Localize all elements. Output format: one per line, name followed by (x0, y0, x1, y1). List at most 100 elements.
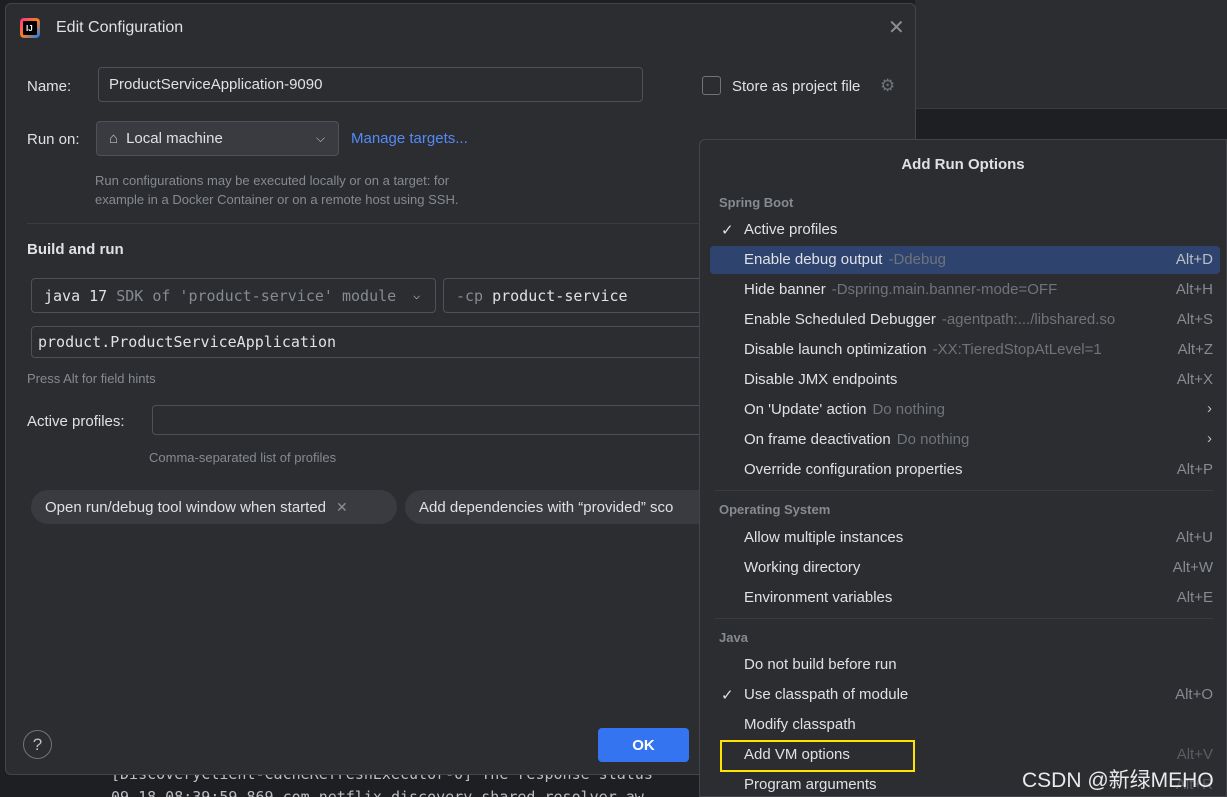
chevron-right-icon: › (1207, 430, 1212, 447)
chip-label: Open run/debug tool window when started (45, 498, 327, 516)
option-sub: -Ddebug (888, 251, 947, 268)
background-tab-strip (915, 108, 1227, 138)
option-environment-variables[interactable]: Environment variables Alt+E (710, 584, 1220, 612)
option-label: Disable launch optimization (744, 341, 927, 358)
group-operating-system: Operating System (719, 502, 831, 517)
active-profiles-label: Active profiles: (27, 413, 125, 430)
option-label: On 'Update' action (744, 401, 867, 418)
sdk-dropdown[interactable]: java 17 SDK of 'product-service' module … (31, 278, 436, 313)
option-label: Hide banner (744, 281, 826, 298)
name-input-value: ProductServiceApplication-9090 (109, 76, 323, 93)
option-label: Allow multiple instances (744, 529, 904, 546)
run-on-hint-line: example in a Docker Container or on a re… (95, 192, 459, 207)
help-icon[interactable]: ? (23, 730, 52, 759)
cp-prefix: -cp (456, 286, 484, 305)
build-and-run-title: Build and run (27, 241, 124, 258)
ok-button[interactable]: OK (598, 728, 689, 762)
sdk-suffix: SDK of 'product-service' module (116, 286, 397, 305)
option-shortcut: Alt+V (1176, 746, 1213, 763)
check-icon: ✓ (721, 222, 734, 239)
option-on-frame-deactivation[interactable]: On frame deactivation Do nothing › (710, 426, 1220, 454)
option-enable-debug-output[interactable]: Enable debug output -Ddebug Alt+D (710, 246, 1220, 274)
group-spring-boot: Spring Boot (719, 195, 794, 210)
option-label: Disable JMX endpoints (744, 371, 898, 388)
popup-divider (715, 618, 1213, 619)
option-active-profiles[interactable]: ✓ Active profiles (710, 216, 1220, 244)
active-profiles-hint: Comma-separated list of profiles (149, 450, 337, 465)
home-icon: ⌂ (109, 130, 119, 147)
option-sub: Do nothing (896, 431, 970, 448)
cp-value: product-service (492, 286, 628, 305)
check-icon: ✓ (721, 687, 734, 704)
group-java: Java (719, 630, 748, 645)
option-label: Do not build before run (744, 656, 897, 673)
chevron-right-icon: › (1207, 400, 1212, 417)
add-run-options-popup: Add Run Options Spring Boot ✓ Active pro… (699, 139, 1227, 797)
option-shortcut: Alt+Z (1177, 341, 1213, 358)
option-label: Program arguments (744, 776, 877, 793)
console-line: 09-18 08:39:59.869 com.netflix.discovery… (111, 788, 644, 797)
option-disable-launch-optimization[interactable]: Disable launch optimization -XX:TieredSto… (710, 336, 1220, 364)
option-label: Use classpath of module (744, 686, 909, 703)
option-label: Modify classpath (744, 716, 856, 733)
option-modify-classpath[interactable]: Modify classpath (710, 711, 1220, 739)
option-hide-banner[interactable]: Hide banner -Dspring.main.banner-mode=OFF… (710, 276, 1220, 304)
option-sub: -agentpath:.../libshared.so (941, 311, 1116, 328)
run-on-label: Run on: (27, 131, 80, 148)
option-allow-multiple-instances[interactable]: Allow multiple instances Alt+U (710, 524, 1220, 552)
main-class-input[interactable]: product.ProductServiceApplication (31, 326, 705, 358)
chip-add-provided-dependencies[interactable]: Add dependencies with “provided” sco (405, 490, 705, 524)
option-do-not-build-before-run[interactable]: Do not build before run (710, 651, 1220, 679)
popup-title: Add Run Options (901, 156, 1025, 173)
popup-divider (715, 490, 1213, 491)
name-label: Name: (27, 78, 72, 95)
run-on-hint-line: Run configurations may be executed local… (95, 173, 450, 188)
option-use-classpath-of-module[interactable]: ✓ Use classpath of module Alt+O (710, 681, 1220, 709)
option-shortcut: Alt+O (1175, 686, 1213, 703)
option-disable-jmx-endpoints[interactable]: Disable JMX endpoints Alt+X (710, 366, 1220, 394)
store-as-project-file-label[interactable]: Store as project file (732, 78, 860, 95)
option-shortcut: Alt+H (1175, 281, 1213, 298)
watermark: CSDN @新绿MEHO (1022, 769, 1214, 792)
chevron-down-icon: ⌵ (413, 288, 421, 302)
chip-open-tool-window[interactable]: Open run/debug tool window when started … (31, 490, 397, 524)
option-on-update-action[interactable]: On 'Update' action Do nothing › (710, 396, 1220, 424)
close-icon[interactable]: ✕ (888, 18, 905, 38)
option-shortcut: Alt+E (1176, 589, 1213, 606)
option-sub: Do nothing (872, 401, 946, 418)
field-hint: Press Alt for field hints (27, 371, 156, 386)
option-shortcut: Alt+X (1176, 371, 1213, 388)
option-label: Environment variables (744, 589, 893, 606)
option-shortcut: Alt+P (1176, 461, 1213, 478)
option-label: Override configuration properties (744, 461, 963, 478)
option-label: On frame deactivation (744, 431, 891, 448)
option-label: Working directory (744, 559, 861, 576)
classpath-module-dropdown[interactable]: -cp product-service (443, 278, 705, 313)
chevron-down-icon: ⌵ (316, 131, 326, 145)
run-on-dropdown[interactable]: ⌂ Local machine ⌵ (96, 121, 339, 156)
close-icon[interactable]: ✕ (336, 499, 348, 516)
store-as-project-file-checkbox[interactable] (702, 76, 721, 95)
main-class-value: product.ProductServiceApplication (38, 333, 337, 351)
option-shortcut: Alt+S (1176, 311, 1213, 328)
option-shortcut: Alt+U (1175, 529, 1213, 546)
option-shortcut: Alt+D (1175, 251, 1213, 268)
sdk-value: java 17 (44, 286, 108, 305)
manage-targets-link[interactable]: Manage targets... (351, 130, 468, 147)
intellij-logo-icon: IJ (20, 18, 40, 38)
annotation-highlight-box (720, 740, 915, 772)
chip-label: Add dependencies with “provided” sco (419, 498, 674, 516)
option-label: Enable debug output (744, 251, 883, 268)
option-working-directory[interactable]: Working directory Alt+W (710, 554, 1220, 582)
background-editor-area (915, 0, 1227, 108)
active-profiles-input[interactable] (152, 405, 705, 435)
option-enable-scheduled-debugger[interactable]: Enable Scheduled Debugger -agentpath:.../… (710, 306, 1220, 334)
run-on-value: Local machine (126, 130, 223, 147)
gear-icon[interactable]: ⚙ (880, 76, 895, 96)
console-line: [DiscoveryClient-CacheRefreshExecutor-0]… (111, 775, 653, 783)
option-sub: -XX:TieredStopAtLevel=1 (932, 341, 1102, 358)
dialog-title: Edit Configuration (56, 19, 184, 36)
option-label: Active profiles (744, 221, 838, 238)
option-override-configuration-properties[interactable]: Override configuration properties Alt+P (710, 456, 1220, 484)
name-input[interactable]: ProductServiceApplication-9090 (98, 67, 643, 102)
